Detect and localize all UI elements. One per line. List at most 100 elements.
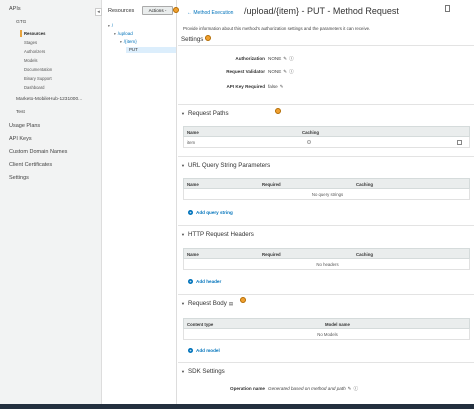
request-validator-value: NONE ✎ ⓘ (268, 69, 294, 75)
nav-client-certificates[interactable]: Client Certificates (9, 162, 52, 168)
column-header: Required (262, 182, 281, 187)
pencil-icon[interactable]: ✎ (283, 69, 287, 75)
table-row: No headers (183, 259, 470, 270)
table-row: No query strings (183, 189, 470, 200)
info-icon: ⓘ (289, 56, 294, 61)
empty-message: No query strings (311, 192, 344, 197)
tree-root[interactable]: ▾ / (108, 23, 113, 28)
headers-heading[interactable]: ▼ HTTP Request Headers (181, 231, 254, 238)
info-icon: ⓘ (289, 69, 294, 74)
info-icon: ⓘ (353, 386, 359, 391)
plus-icon: + (188, 210, 193, 215)
nav-custom-domain-names[interactable]: Custom Domain Names (9, 149, 67, 155)
column-header: Content type (187, 322, 214, 327)
divider (178, 294, 474, 295)
nav-resources[interactable]: Resources (24, 31, 45, 36)
back-arrow-icon: ← (187, 10, 192, 16)
pencil-icon[interactable]: ✎ (280, 84, 284, 90)
headers-table-header: Name Required Caching (183, 248, 470, 259)
page-title: /upload/{item} - PUT - Method Request (244, 6, 399, 16)
active-indicator (20, 30, 22, 37)
caret-down-icon: ▼ (181, 111, 185, 116)
caching-radio[interactable] (307, 140, 311, 144)
collapse-nav-icon[interactable]: ◂ (95, 8, 102, 16)
nav-stages[interactable]: Stages (24, 40, 37, 45)
plus-icon: + (188, 348, 193, 353)
tree-item[interactable]: ▾/{item} (120, 39, 137, 44)
nav-api-gtg[interactable]: GTG (16, 20, 26, 25)
tree-put-method[interactable]: PUT (126, 47, 176, 53)
settings-heading: Settings (181, 36, 204, 43)
add-query-string-link[interactable]: + Add query string (188, 210, 233, 215)
divider (178, 45, 474, 46)
tree-upload[interactable]: ▾/upload (114, 31, 133, 36)
pencil-icon[interactable]: ✎ (283, 56, 287, 62)
table-row: item (183, 137, 470, 148)
empty-message: No headers (316, 262, 339, 267)
footer-bar (0, 404, 474, 409)
nav-api-other[interactable]: Marketo-MobileHub-1231000... (16, 97, 82, 102)
operation-name-label: Operation name (230, 386, 265, 391)
left-navigation: APIs GTG Resources Stages Authorizers Mo… (0, 0, 102, 409)
column-header: Name (187, 130, 199, 135)
table-row: No Models (183, 329, 470, 340)
nav-dashboard[interactable]: Dashboard (24, 85, 45, 90)
column-header: Model name (325, 322, 350, 327)
column-header: Name (187, 252, 199, 257)
add-model-link[interactable]: + Add model (188, 348, 220, 353)
divider (178, 156, 474, 157)
notification-badge-icon (205, 35, 211, 41)
request-body-table-header: Content type Model name (183, 318, 470, 329)
document-icon[interactable] (445, 5, 450, 12)
request-paths-heading[interactable]: ▼ Request Paths (181, 110, 229, 117)
plus-icon: + (188, 279, 193, 284)
request-validator-label: Request Validator (226, 69, 265, 74)
nav-api-keys[interactable]: API Keys (9, 136, 32, 142)
divider (178, 362, 474, 363)
nav-documentation[interactable]: Documentation (24, 67, 52, 72)
authorization-label: Authorization (235, 56, 265, 61)
resources-title: Resources (108, 8, 135, 14)
operation-name-value: Generated based on method and path ✎ ⓘ (268, 386, 359, 392)
actions-button[interactable]: Actions - (142, 6, 173, 15)
nav-binary-support[interactable]: Binary Support (24, 76, 52, 81)
caret-down-icon: ▼ (181, 369, 185, 374)
nav-authorizers[interactable]: Authorizers (24, 49, 45, 54)
column-header: Caching (356, 182, 373, 187)
sdk-settings-heading[interactable]: ▼ SDK Settings (181, 368, 225, 375)
query-strings-heading[interactable]: ▼ URL Query String Parameters (181, 162, 270, 169)
caret-down-icon: ▼ (181, 163, 185, 168)
path-name: item (187, 140, 196, 145)
query-strings-table-header: Name Required Caching (183, 178, 470, 189)
divider (178, 225, 474, 226)
caret-down-icon: ▼ (181, 301, 185, 306)
empty-message: No Models (317, 332, 338, 337)
api-key-required-value: false ✎ (268, 84, 284, 90)
nav-usage-plans[interactable]: Usage Plans (9, 123, 40, 129)
nav-settings[interactable]: Settings (9, 175, 29, 181)
request-body-heading[interactable]: ▼ Request Body ▤ (181, 300, 233, 307)
method-request-panel: ← Method Execution /upload/{item} - PUT … (178, 0, 474, 409)
resources-panel: Resources Actions - (102, 0, 177, 409)
nav-models[interactable]: Models (24, 58, 38, 63)
column-header: Caching (302, 130, 319, 135)
divider (178, 104, 474, 105)
caret-down-icon: ▾ (120, 40, 122, 44)
trash-icon[interactable] (457, 140, 462, 145)
caret-down-icon: ▾ (114, 32, 116, 36)
notification-badge-icon (240, 297, 246, 303)
column-header: Caching (356, 252, 373, 257)
request-paths-table-header: Name Caching (183, 126, 470, 137)
column-header: Required (262, 252, 281, 257)
add-header-link[interactable]: + Add header (188, 279, 221, 284)
column-header: Name (187, 182, 199, 187)
method-execution-link[interactable]: ← Method Execution (187, 10, 233, 16)
document-icon: ▤ (228, 301, 234, 306)
caret-down-icon: ▾ (108, 24, 110, 28)
nav-apis[interactable]: APIs (9, 6, 21, 12)
page-description: Provide information about this method's … (183, 26, 371, 31)
pencil-icon[interactable]: ✎ (348, 386, 352, 392)
notification-badge-icon (275, 108, 281, 114)
api-key-required-label: API Key Required (226, 84, 265, 89)
nav-api-test[interactable]: Test (16, 110, 25, 115)
